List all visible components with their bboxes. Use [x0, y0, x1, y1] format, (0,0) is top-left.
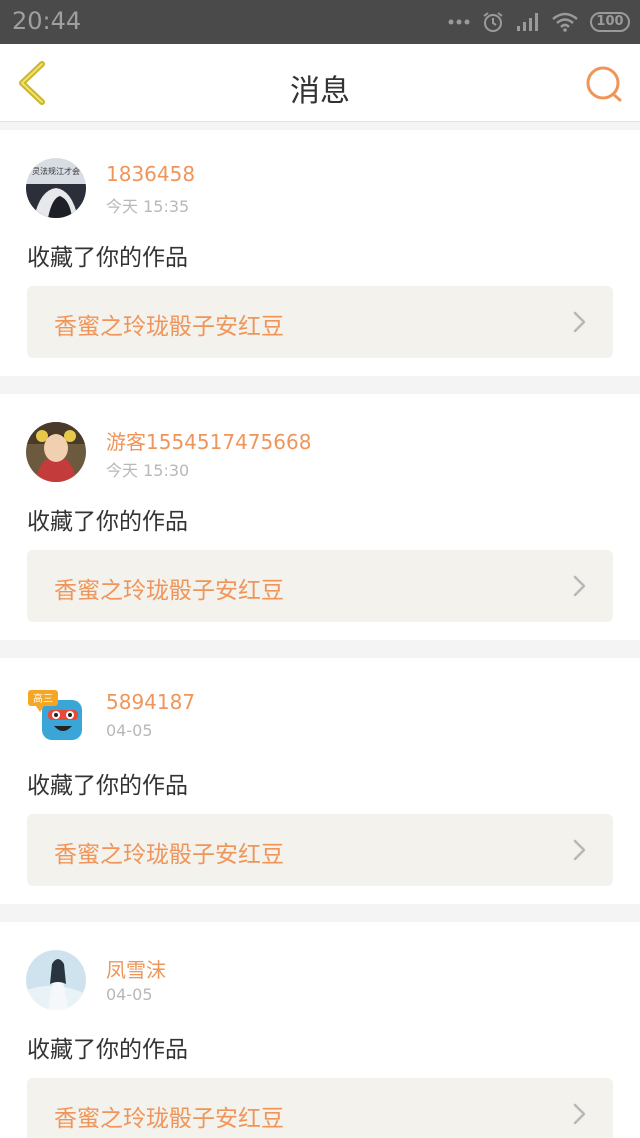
- signal-icon: [516, 12, 540, 32]
- username[interactable]: 游客1554517475668: [106, 426, 311, 455]
- wifi-icon: [552, 12, 578, 32]
- work-title: 香蜜之玲珑骰子安红豆: [54, 842, 284, 868]
- action-text: 收藏了你的作品: [27, 773, 188, 799]
- avatar[interactable]: 高三: [26, 686, 86, 746]
- status-time: 20:44: [12, 7, 82, 35]
- avatar[interactable]: 灵法规江才会: [26, 158, 86, 218]
- work-title: 香蜜之玲珑骰子安红豆: [54, 578, 284, 604]
- work-link[interactable]: 香蜜之玲珑骰子安红豆: [27, 814, 613, 886]
- search-icon: [586, 66, 622, 102]
- avatar[interactable]: [26, 950, 86, 1010]
- message-time: 04-05: [106, 985, 153, 1004]
- search-button[interactable]: [584, 64, 624, 104]
- status-icons: 100: [448, 10, 630, 34]
- username[interactable]: 凤雪沫: [106, 954, 166, 983]
- more-dots-icon: [448, 18, 470, 26]
- message-card: 高三 5894187 04-05 收藏了你的作品 香蜜之玲珑骰子安红豆: [0, 658, 640, 904]
- battery-icon: 100: [590, 12, 630, 32]
- chevron-right-icon: [573, 1103, 586, 1125]
- avatar[interactable]: [26, 422, 86, 482]
- avatar-caption: 高三: [33, 692, 53, 705]
- nav-bar: 消息: [0, 44, 640, 122]
- message-list: 灵法规江才会 1836458 今天 15:35 收藏了你的作品 香蜜之玲珑骰子安…: [0, 130, 640, 1138]
- chevron-right-icon: [573, 311, 586, 333]
- action-text: 收藏了你的作品: [27, 509, 188, 535]
- work-title: 香蜜之玲珑骰子安红豆: [54, 314, 284, 340]
- battery-level: 100: [590, 12, 630, 32]
- message-card: 游客1554517475668 今天 15:30 收藏了你的作品 香蜜之玲珑骰子…: [0, 394, 640, 640]
- work-title: 香蜜之玲珑骰子安红豆: [54, 1106, 284, 1132]
- work-link[interactable]: 香蜜之玲珑骰子安红豆: [27, 1078, 613, 1138]
- status-bar: 20:44 100: [0, 0, 640, 44]
- action-text: 收藏了你的作品: [27, 1037, 188, 1063]
- chevron-right-icon: [573, 575, 586, 597]
- username[interactable]: 1836458: [106, 162, 195, 186]
- message-time: 今天 15:35: [106, 197, 190, 216]
- chevron-right-icon: [573, 839, 586, 861]
- message-time: 04-05: [106, 721, 153, 740]
- message-time: 今天 15:30: [106, 461, 190, 480]
- work-link[interactable]: 香蜜之玲珑骰子安红豆: [27, 286, 613, 358]
- alarm-icon: [482, 11, 504, 33]
- action-text: 收藏了你的作品: [27, 245, 188, 271]
- work-link[interactable]: 香蜜之玲珑骰子安红豆: [27, 550, 613, 622]
- message-card: 灵法规江才会 1836458 今天 15:35 收藏了你的作品 香蜜之玲珑骰子安…: [0, 130, 640, 376]
- message-card: 凤雪沫 04-05 收藏了你的作品 香蜜之玲珑骰子安红豆: [0, 922, 640, 1138]
- page-title: 消息: [290, 74, 350, 109]
- username[interactable]: 5894187: [106, 690, 195, 714]
- avatar-caption: 灵法规江才会: [32, 166, 80, 176]
